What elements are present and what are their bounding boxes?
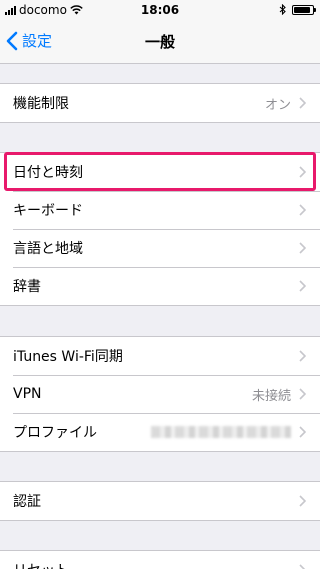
chevron-right-icon	[299, 97, 306, 109]
battery-level-fill	[294, 6, 310, 13]
settings-group-locale: 日付と時刻 キーボード 言語と地域 辞書	[0, 152, 320, 306]
status-right	[279, 4, 316, 15]
chevron-right-icon	[299, 204, 306, 216]
row-profile[interactable]: プロファイル	[0, 413, 320, 451]
chevron-right-icon	[299, 242, 306, 254]
row-value: 未接続	[251, 388, 291, 404]
settings-group-restrictions: 機能制限 オン	[0, 83, 320, 123]
row-reset[interactable]: リセット	[0, 551, 320, 569]
status-bar: docomo 18:06	[0, 0, 320, 20]
row-restrictions[interactable]: 機能制限 オン	[0, 84, 320, 122]
row-language-region[interactable]: 言語と地域	[0, 229, 320, 267]
navigation-bar: 設定 一般	[0, 20, 320, 64]
row-label: 機能制限	[13, 96, 69, 112]
row-vpn[interactable]: VPN 未接続	[0, 375, 320, 413]
row-certification[interactable]: 認証	[0, 482, 320, 520]
row-label: VPN	[13, 386, 42, 402]
row-label: リセット	[13, 560, 299, 569]
settings-general-screen: docomo 18:06 設定 一般 機能制限 オン 日付と時刻 キーボード 言…	[0, 0, 320, 569]
chevron-right-icon	[299, 166, 306, 178]
row-keyboard[interactable]: キーボード	[0, 191, 320, 229]
settings-group-connectivity: iTunes Wi-Fi同期 VPN 未接続 プロファイル	[0, 336, 320, 452]
row-dictionary[interactable]: 辞書	[0, 267, 320, 305]
row-label: 日付と時刻	[13, 165, 83, 181]
bluetooth-icon	[279, 4, 286, 15]
settings-group-certification: 認証	[0, 481, 320, 521]
chevron-right-icon	[299, 495, 306, 507]
battery-icon	[292, 4, 316, 15]
chevron-right-icon	[299, 350, 306, 362]
chevron-right-icon	[299, 426, 306, 438]
row-label: 辞書	[13, 279, 41, 295]
row-date-time[interactable]: 日付と時刻	[0, 153, 320, 191]
obscured-profile-name	[151, 426, 291, 438]
chevron-right-icon	[299, 280, 306, 292]
row-itunes-wifi-sync[interactable]: iTunes Wi-Fi同期	[0, 337, 320, 375]
row-label: 言語と地域	[13, 241, 83, 257]
page-title: 一般	[144, 33, 175, 51]
settings-group-reset: リセット	[0, 550, 320, 569]
row-label: iTunes Wi-Fi同期	[13, 349, 123, 365]
chevron-right-icon	[299, 564, 306, 569]
row-label: 認証	[13, 494, 41, 510]
chevron-right-icon	[299, 388, 306, 400]
row-label: キーボード	[13, 203, 83, 219]
status-time: 18:06	[140, 3, 180, 17]
row-label: プロファイル	[13, 425, 97, 441]
row-value: オン	[264, 97, 291, 113]
